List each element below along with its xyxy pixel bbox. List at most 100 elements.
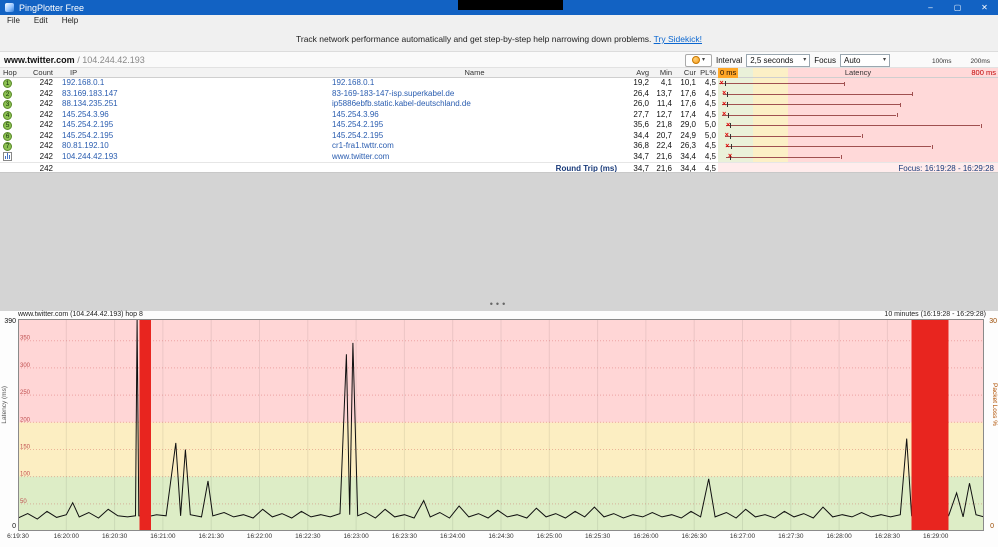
time-axis-label: 16:26:30 [681,533,707,540]
latency-current-x-marker: × [719,79,724,87]
hop-avg: 34,7 [633,151,649,161]
header-min[interactable]: Min [651,68,674,77]
hop-min: 13,7 [656,88,672,98]
hop-avg: 34,4 [633,130,649,140]
hop-ip: 88.134.235.251 [62,99,118,108]
timeline-chart[interactable]: 350 300 250 200 150 100 50 [17,318,985,531]
hop-count: 242 [39,151,53,161]
time-axis-label: 16:28:30 [874,533,901,540]
hop-count: 242 [39,78,53,87]
focus-select[interactable]: Auto ▾ [840,53,890,67]
loss-axis-min: 0 [990,523,994,530]
latency-mini-graph: × [718,88,998,99]
hop-row[interactable]: 7 242 80.81.192.10 cr1-fra1.twttr.com 36,8 22… [0,141,998,152]
promo-banner: Track network performance automatically … [0,27,998,52]
hop-row[interactable]: 5 242 145.254.2.195 145.254.2.195 35,6 21,8 29… [0,120,998,131]
latency-max-tick [840,155,842,159]
target-bar: www.twitter.com / 104.244.42.193 ▾ Inter… [0,52,998,76]
latency-mini-graph: × [718,151,998,162]
latency-range-line [722,93,913,95]
header-name[interactable]: Name [328,68,621,77]
hop-ip: 83.169.183.147 [62,88,118,98]
hop-packet-loss: 5,0 [704,120,716,129]
hop-number-badge: 4 [3,110,12,120]
hop-row[interactable]: 6 242 145.254.2.195 145.254.2.195 34,4 20,7 24… [0,130,998,141]
target-host: www.twitter.com [4,55,75,65]
hop-ip: 192.168.0.1 [62,78,105,87]
latency-axis-min: 0 [12,523,16,530]
header-hop[interactable]: Hop [0,68,26,77]
latency-scale-max: 800 ms [971,68,996,77]
hop-row[interactable]: 2 242 83.169.183.147 83-169-183-147-isp.sup… [0,88,998,99]
hop-ip: 145.254.2.195 [62,120,114,129]
latency-avg-tick [730,133,732,139]
latency-avg-tick [727,91,729,97]
latency-gridline-label: 350 [20,336,31,342]
close-button[interactable]: ✕ [971,0,998,15]
menu-help[interactable]: Help [55,15,85,27]
latency-mini-graph: × [718,99,998,110]
latency-range-line [725,125,981,126]
interval-value: 2,5 seconds [750,55,794,65]
chevron-down-icon: ▾ [882,56,886,63]
latency-avg-tick [730,123,732,128]
black-overlay-bar [458,0,563,10]
splitter-handle[interactable]: ••• [0,300,998,311]
header-latency: 0 ms Latency 800 ms [718,68,998,78]
hop-name: 145.254.2.195 [332,120,384,129]
hop-name: www.twitter.com [332,151,390,161]
chevron-down-icon: ▾ [701,56,705,63]
hop-cur: 24,9 [680,130,696,140]
menu-edit[interactable]: Edit [27,15,55,27]
hop-number-badge: 6 [3,131,12,141]
minimize-button[interactable]: – [917,0,944,15]
hop-name: ip5886ebfb.static.kabel-deutschland.de [332,99,471,108]
time-axis-label: 16:21:30 [198,533,224,540]
hop-count: 242 [39,99,53,108]
hop-avg: 36,8 [633,141,649,150]
latency-mini-graph: × [718,109,998,120]
hop-cur: 17,6 [680,99,696,108]
interval-select[interactable]: 2,5 seconds ▾ [746,53,811,67]
header-cur[interactable]: Cur [674,68,698,77]
latency-max-tick [912,92,914,96]
time-axis-label: 16:28:00 [826,533,852,540]
hop-number-badge: 5 [3,121,12,130]
hop-row[interactable]: 242 104.244.42.193 www.twitter.com 34,7 21,6… [0,151,998,162]
latency-gridline-label: 100 [20,472,31,478]
loss-axis-max: 30 [989,318,997,325]
header-count[interactable]: Count [26,68,56,77]
hop-row[interactable]: 4 242 145.254.3.96 145.254.3.96 27,7 12,7 17,4… [0,109,998,120]
hop-cur: 34,4 [680,151,696,161]
try-sidekick-link[interactable]: Try Sidekick! [654,34,702,44]
hop-packet-loss: 5,0 [704,130,716,140]
hop-row[interactable]: 1 242 192.168.0.1 192.168.0.1 19,2 4,1 10,1 4,5… [0,78,998,89]
menu-file[interactable]: File [0,15,27,27]
hop-ip: 145.254.3.96 [62,109,109,119]
maximize-button[interactable]: ▢ [944,0,971,15]
hop-number-badge: 3 [3,100,12,109]
timeline-plot[interactable]: 350 300 250 200 150 100 50 [17,318,985,531]
round-trip-count: 242 [39,164,53,173]
header-avg[interactable]: Avg [621,68,651,77]
packet-loss-bar [911,319,949,531]
latency-gridline-label: 150 [20,444,31,450]
latency-axis-label: Latency (ms) [1,386,8,424]
latency-mini-graph: × [718,120,998,131]
latency-range-line [725,156,841,158]
latency-title: Latency [844,68,872,77]
header-ip[interactable]: IP [56,68,328,77]
latency-avg-tick [727,102,729,107]
hop-cur: 17,4 [680,109,696,119]
latency-range-line [725,135,862,137]
hop-min: 12,7 [656,109,672,119]
trace-state-button[interactable]: ▾ [684,53,712,67]
hop-row[interactable]: 3 242 88.134.235.251 ip5886ebfb.static.kabe… [0,99,998,110]
time-axis-label: 16:25:30 [584,533,611,540]
header-pl[interactable]: PL% [698,68,718,77]
hop-table-body: 1 242 192.168.0.1 192.168.0.1 19,2 4,1 10,1 4,5… [0,78,998,162]
hop-min: 20,7 [656,130,672,140]
time-axis-label: 16:24:00 [440,533,466,540]
hop-avg: 27,7 [633,109,649,119]
latency-current-x-marker: × [726,121,731,129]
